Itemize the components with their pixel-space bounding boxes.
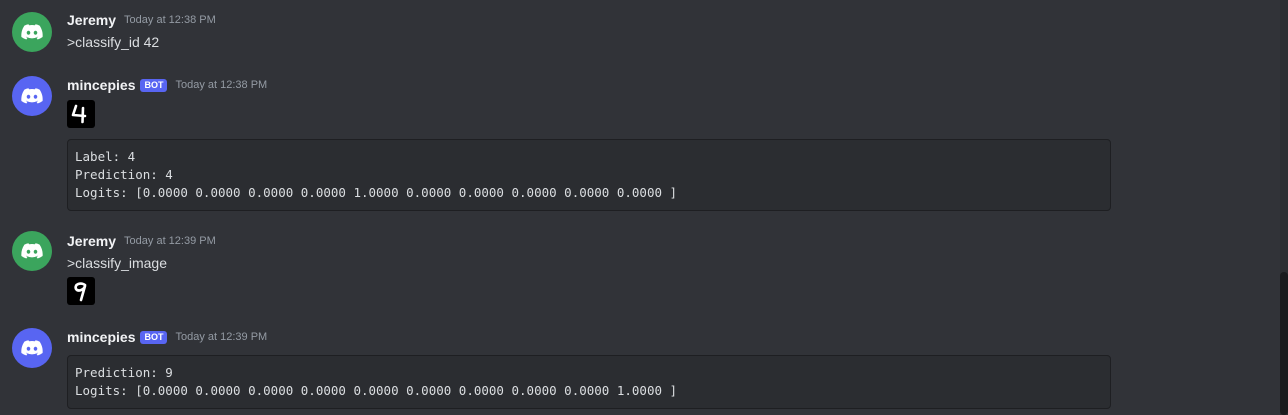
code-line: Prediction: 9 — [75, 365, 173, 380]
chat-message-list: Jeremy Today at 12:38 PM >classify_id 42… — [0, 0, 1288, 415]
code-line: Logits: [0.0000 0.0000 0.0000 0.0000 1.0… — [75, 185, 678, 200]
discord-icon — [21, 24, 43, 40]
username[interactable]: Jeremy — [67, 12, 116, 28]
bot-tag: BOT — [140, 330, 168, 344]
digit-image-attachment[interactable] — [67, 277, 95, 305]
discord-icon — [21, 88, 43, 104]
avatar[interactable] — [12, 76, 52, 116]
avatar[interactable] — [12, 12, 52, 52]
avatar[interactable] — [12, 231, 52, 271]
username[interactable]: mincepies — [67, 77, 135, 93]
username[interactable]: mincepies — [67, 329, 135, 345]
bot-tag: BOT — [140, 78, 168, 92]
timestamp: Today at 12:38 PM — [124, 14, 216, 26]
code-line: Prediction: 4 — [75, 167, 173, 182]
digit-4-image — [71, 104, 87, 124]
username[interactable]: Jeremy — [67, 233, 116, 249]
digit-9-image — [74, 282, 87, 302]
timestamp: Today at 12:39 PM — [124, 235, 216, 247]
timestamp: Today at 12:38 PM — [175, 79, 268, 91]
code-block: Prediction: 9 Logits: [0.0000 0.0000 0.00… — [67, 355, 1111, 409]
message-text: >classify_id 42 — [67, 34, 160, 50]
timestamp: Today at 12:39 PM — [175, 331, 268, 343]
message-header: mincepies BOT Today at 12:38 PM — [67, 77, 267, 93]
message-header: mincepies BOT Today at 12:39 PM — [67, 329, 267, 345]
message-text: >classify_image — [67, 255, 167, 271]
discord-icon — [21, 340, 43, 356]
code-line: Logits: [0.0000 0.0000 0.0000 0.0000 0.0… — [75, 383, 678, 398]
scrollbar-track[interactable] — [1280, 0, 1288, 415]
code-line: Label: 4 — [75, 149, 136, 164]
scrollbar-thumb[interactable] — [1280, 272, 1288, 415]
code-block: Label: 4 Prediction: 4 Logits: [0.0000 0.0… — [67, 139, 1111, 211]
avatar[interactable] — [12, 328, 52, 368]
discord-icon — [21, 243, 43, 259]
message-header: Jeremy Today at 12:39 PM — [67, 233, 216, 249]
digit-image-attachment[interactable] — [67, 100, 95, 128]
message-header: Jeremy Today at 12:38 PM — [67, 12, 216, 28]
